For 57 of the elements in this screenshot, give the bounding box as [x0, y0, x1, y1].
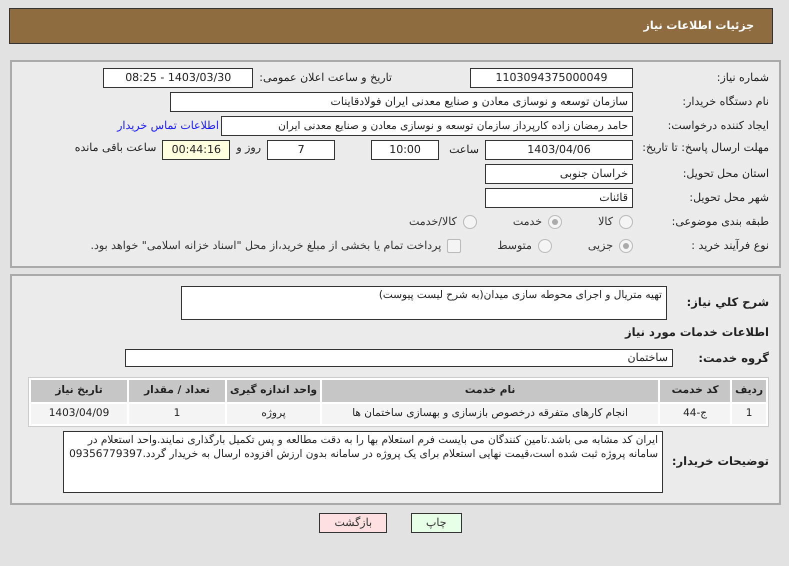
- page-title: جزئیات اطلاعات نیاز: [644, 18, 754, 34]
- contact-link[interactable]: اطلاعات تماس خریدار: [117, 118, 219, 134]
- column-header: واحد اندازه گیری: [227, 380, 320, 402]
- input-field[interactable]: حامد رمضان زاده کارپرداز سازمان توسعه و نوسازی معادن و صنایع معدنی ایران: [221, 116, 633, 136]
- input-field[interactable]: 1403/03/30 - 08:25: [103, 68, 254, 88]
- field-label: ساعت: [449, 142, 479, 158]
- radio-button[interactable]: [619, 239, 633, 253]
- input-field[interactable]: 10:00: [371, 140, 440, 160]
- radio-button[interactable]: [619, 215, 633, 229]
- field-label: طبقه بندی موضوعی:: [670, 214, 769, 230]
- checkbox[interactable]: [447, 239, 462, 253]
- field-label: شماره نیاز:: [716, 70, 769, 86]
- field-label: نام دستگاه خریدار:: [681, 94, 769, 110]
- radio-label: متوسط: [497, 238, 532, 254]
- field-label: مهلت ارسال پاسخ: تا تاریخ:: [641, 140, 769, 155]
- countdown-field[interactable]: 00:44:16: [162, 140, 230, 160]
- field-label: تاریخ و ساعت اعلان عمومی:: [259, 70, 392, 86]
- column-header: ردیف: [732, 380, 766, 402]
- radio-label: کالا/خدمت: [409, 214, 457, 230]
- field-label: نوع فرآیند خرید :: [690, 238, 769, 254]
- column-header: تاریخ نیاز: [31, 380, 127, 402]
- input-field[interactable]: سازمان توسعه و نوسازی معادن و صنایع معدنی ایران فولادقاینات: [170, 92, 633, 112]
- table-cell: 1: [732, 404, 766, 424]
- field-label: روز و: [236, 140, 262, 156]
- field-label: استان محل تحویل:: [682, 166, 769, 182]
- radio-label: کالا: [598, 214, 613, 230]
- column-header: کد خدمت: [660, 380, 730, 402]
- table-cell: 1403/04/09: [31, 404, 127, 424]
- input-field[interactable]: خراسان جنوبی: [485, 164, 633, 184]
- field-label: گروه خدمت:: [697, 350, 769, 367]
- print-button[interactable]: چاپ: [411, 512, 462, 534]
- checkbox-label: پرداخت تمام یا بخشی از مبلغ خرید،از محل "اسناد خزانه اسلامی" خواهد بود.: [90, 238, 442, 254]
- radio-label: خدمت: [512, 214, 542, 230]
- input-field[interactable]: 7: [267, 140, 336, 160]
- column-header: نام خدمت: [322, 380, 658, 402]
- input-field[interactable]: 1403/04/06: [485, 140, 633, 160]
- field-label: توضیحات خریدار:: [673, 453, 769, 470]
- field-label: ساعت باقی مانده: [74, 140, 156, 156]
- section-heading: اطلاعات خدمات مورد نیاز: [624, 324, 769, 341]
- radio-button[interactable]: [462, 215, 477, 229]
- input-field[interactable]: قائنات: [485, 188, 633, 208]
- field-label: شهر محل تحویل:: [688, 190, 769, 206]
- radio-button[interactable]: [538, 239, 552, 253]
- radio-button[interactable]: [548, 215, 562, 229]
- input-field[interactable]: ساختمان: [125, 349, 673, 368]
- field-label: شرح کلي نياز:: [686, 294, 769, 311]
- field-label: ایجاد کننده درخواست:: [666, 118, 769, 134]
- radio-label: جزیی: [588, 238, 613, 254]
- table-cell: انجام کارهای متفرقه درخصوص بازسازی و بهسازی ساختمان ها: [322, 404, 658, 424]
- column-header: تعداد / مقدار: [129, 380, 225, 402]
- table-cell: پروژه: [227, 404, 320, 424]
- table-cell: 1: [129, 404, 225, 424]
- input-field[interactable]: 1103094375000049: [470, 68, 633, 88]
- text-area[interactable]: تهیه متریال و اجرای محوطه سازی میدان(به شرح لیست پیوست): [181, 286, 667, 320]
- text-area[interactable]: ایران کد مشابه می باشد.تامین کنندگان می بایست فرم استعلام بها را به دقت مطالعه و پس تکمیل بارگذاری نمایند.واحد استعلام در سامانه پروژه ثبت شده است،قیمت نهایی استعلام برای یک پروژه در سامانه بدون ارزش افزوده ارسال به خریدار گردد.09356779397: [63, 430, 663, 493]
- back-button[interactable]: بازگشت: [319, 512, 388, 534]
- table-cell: ج-44: [660, 404, 730, 424]
